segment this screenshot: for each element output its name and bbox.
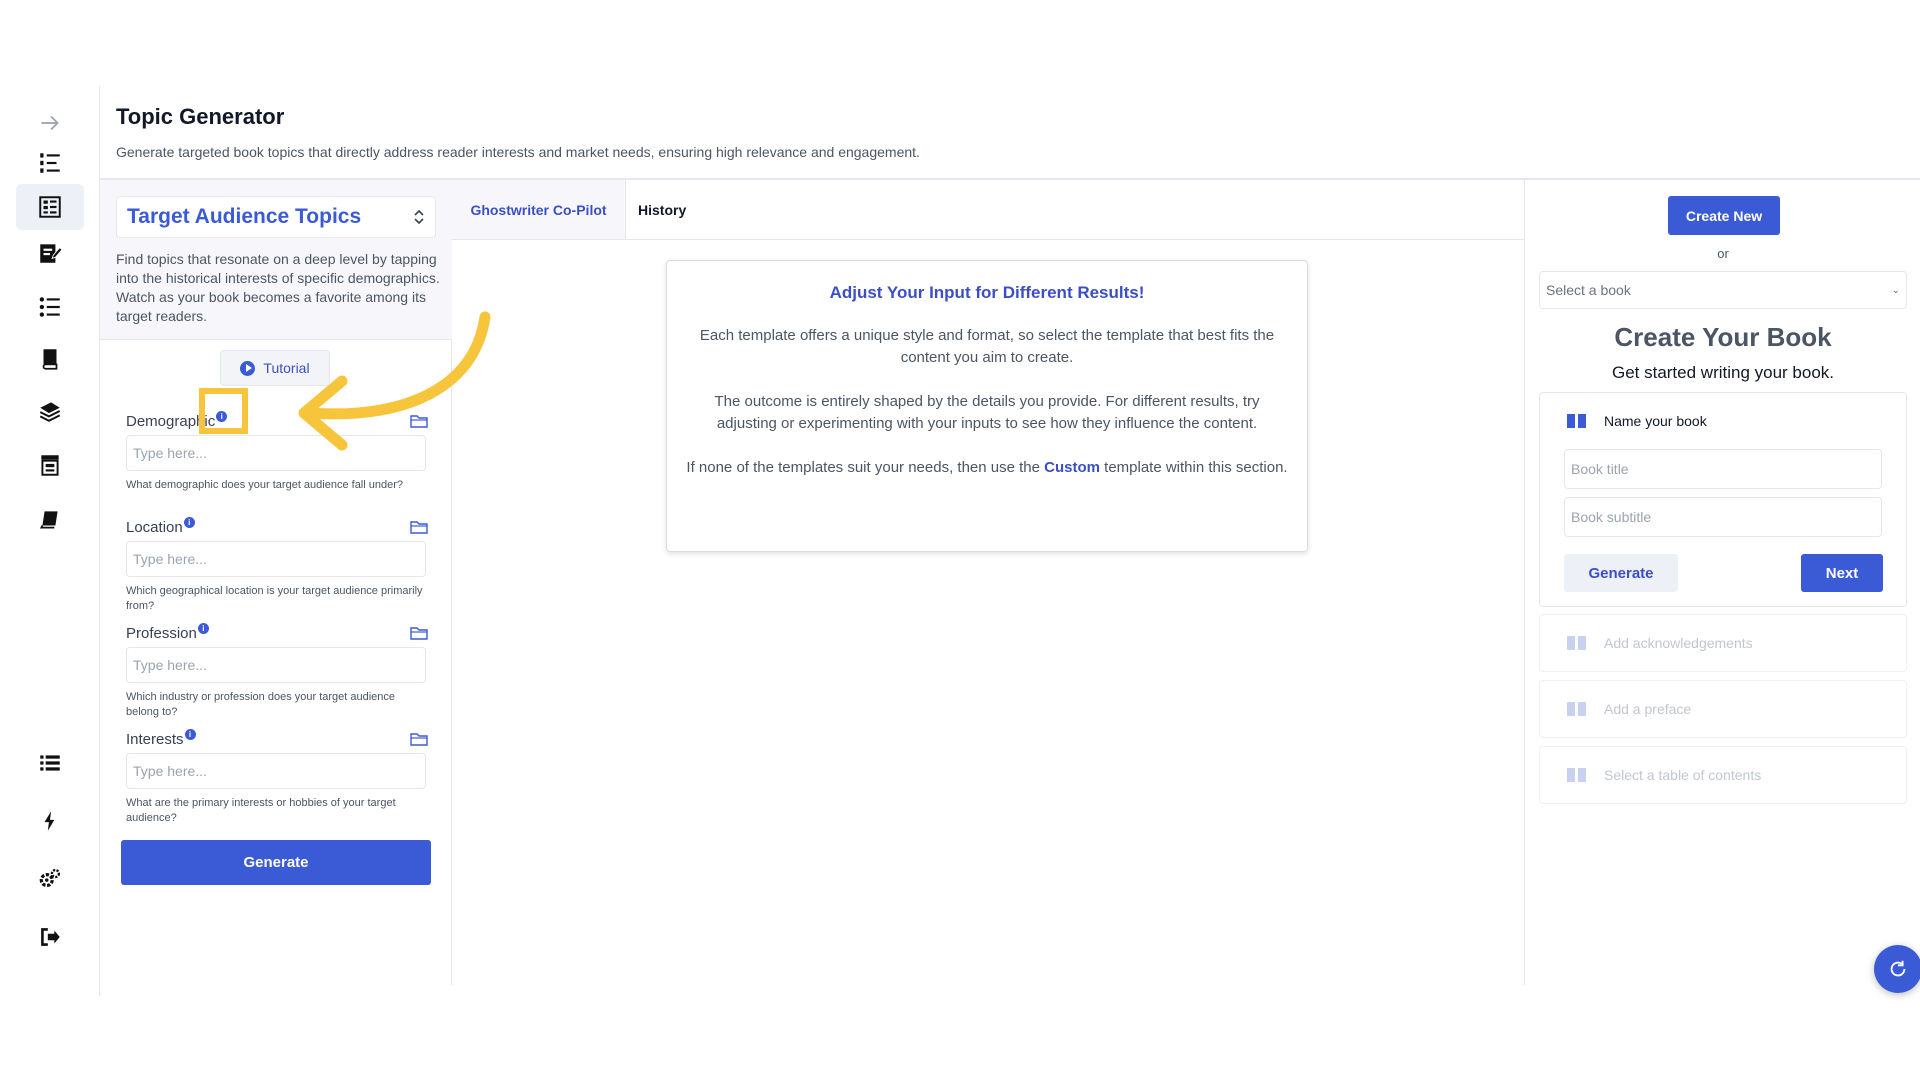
location-input[interactable] bbox=[126, 541, 426, 577]
play-icon bbox=[240, 360, 256, 376]
sidebar-item-history[interactable] bbox=[16, 740, 84, 786]
profession-label: Profession i bbox=[126, 623, 426, 642]
numbered-list-icon bbox=[40, 153, 60, 173]
bullet-list-icon bbox=[39, 297, 60, 317]
interests-label: Interests i bbox=[126, 729, 426, 748]
step-header: Name your book bbox=[1566, 413, 1707, 429]
template-input-panel: Target Audience Topics Find topics that … bbox=[100, 180, 452, 985]
folder-icon[interactable] bbox=[410, 519, 428, 535]
book-stack-icon bbox=[42, 349, 58, 370]
template-selector-label: Target Audience Topics bbox=[127, 205, 362, 228]
logout-icon bbox=[41, 928, 60, 946]
folder-icon[interactable] bbox=[410, 625, 428, 641]
interests-field: Interestsi What are the primary interest… bbox=[126, 729, 428, 824]
open-book-icon bbox=[1567, 702, 1586, 716]
create-book-title: Create Your Book bbox=[1614, 322, 1832, 352]
or-separator: or bbox=[1717, 246, 1729, 261]
step-table-of-contents: Select a table of contents bbox=[1539, 746, 1907, 804]
help-chat-button[interactable] bbox=[1874, 945, 1920, 993]
sidebar-item-lists[interactable] bbox=[16, 284, 84, 330]
tab-bar: Ghostwriter Co-Pilot History bbox=[452, 180, 1524, 240]
tab-ghostwriter-copilot[interactable]: Ghostwriter Co-Pilot bbox=[452, 180, 626, 239]
profession-input[interactable] bbox=[126, 647, 426, 683]
chevron-down-icon: ⌄ bbox=[1891, 284, 1900, 296]
sidebar-item-upgrade[interactable] bbox=[16, 798, 84, 844]
page-description: Generate targeted book topics that direc… bbox=[116, 144, 920, 160]
sidebar-item-logout[interactable] bbox=[16, 914, 84, 960]
curved-arrow-icon bbox=[298, 311, 491, 451]
select-book-dropdown[interactable]: Select a book ⌄ bbox=[1539, 271, 1907, 309]
location-help: Which geographical location is your targ… bbox=[126, 585, 423, 612]
refresh-icon bbox=[1890, 960, 1906, 977]
demographic-help: What demographic does your target audien… bbox=[126, 479, 404, 491]
storefront-icon bbox=[41, 455, 59, 476]
lightning-icon bbox=[44, 811, 55, 831]
open-book-icon bbox=[1567, 768, 1586, 782]
sidebar-item-library[interactable] bbox=[16, 388, 84, 434]
info-icon[interactable]: i bbox=[197, 623, 209, 634]
open-book-icon bbox=[1567, 414, 1586, 428]
info-icon[interactable]: i bbox=[183, 517, 195, 528]
step-acknowledgements: Add acknowledgements bbox=[1539, 614, 1907, 672]
sidebar-item-books[interactable] bbox=[16, 496, 84, 542]
tab-history[interactable]: History bbox=[638, 180, 686, 239]
book-panel: Create New or Select a book ⌄ Create You… bbox=[1524, 180, 1920, 985]
sidebar-nav bbox=[0, 86, 100, 996]
sidebar-item-editor[interactable] bbox=[16, 230, 84, 276]
profession-field: Professioni Which industry or profession… bbox=[126, 623, 428, 718]
info-card-title: Adjust Your Input for Different Results! bbox=[829, 283, 1145, 302]
book-title-input[interactable] bbox=[1564, 449, 1882, 489]
custom-template-link[interactable]: Custom bbox=[1044, 459, 1100, 476]
book-icon bbox=[39, 511, 58, 529]
page-title: Topic Generator bbox=[116, 104, 285, 129]
generate-title-button[interactable]: Generate bbox=[1564, 554, 1678, 592]
open-book-icon bbox=[1567, 636, 1586, 650]
folder-icon[interactable] bbox=[410, 731, 428, 747]
sidebar-item-outline[interactable] bbox=[16, 140, 84, 186]
sidebar-item-store[interactable] bbox=[16, 442, 84, 488]
next-button[interactable]: Next bbox=[1801, 554, 1883, 592]
name-book-step: Name your book Generate Next bbox=[1539, 392, 1907, 607]
edit-document-icon bbox=[40, 244, 63, 263]
info-icon[interactable]: i bbox=[184, 729, 196, 740]
location-field: Locationi Which geographical location is… bbox=[126, 517, 428, 612]
info-card: Adjust Your Input for Different Results!… bbox=[666, 260, 1308, 552]
topic-generator-icon bbox=[39, 196, 61, 218]
template-selector[interactable]: Target Audience Topics bbox=[116, 196, 436, 238]
info-card-paragraph: If none of the templates suit your needs… bbox=[686, 459, 1288, 476]
chevron-up-down-icon bbox=[413, 208, 425, 226]
sidebar-item-settings[interactable] bbox=[16, 856, 84, 902]
step-label: Name your book bbox=[1604, 413, 1707, 429]
info-card-paragraph: The outcome is entirely shaped by the de… bbox=[714, 393, 1260, 432]
create-book-subtitle: Get started writing your book. bbox=[1611, 363, 1835, 382]
profession-help: Which industry or profession does your t… bbox=[126, 691, 396, 718]
step-preface: Add a preface bbox=[1539, 680, 1907, 738]
arrow-right-icon bbox=[41, 115, 59, 131]
sidebar-item-topic-generator[interactable] bbox=[16, 184, 84, 230]
settings-gears-icon bbox=[39, 868, 61, 888]
books-icon bbox=[39, 402, 61, 422]
location-label: Location i bbox=[126, 517, 426, 536]
list-icon bbox=[40, 755, 60, 771]
book-subtitle-input[interactable] bbox=[1564, 497, 1882, 537]
highlight-box bbox=[199, 388, 248, 434]
select-book-value: Select a book bbox=[1546, 282, 1631, 298]
sidebar-item-book[interactable] bbox=[16, 336, 84, 382]
interests-input[interactable] bbox=[126, 753, 426, 789]
generate-topics-button[interactable]: Generate bbox=[121, 840, 431, 885]
interests-help: What are the primary interests or hobbie… bbox=[126, 797, 396, 824]
create-new-button[interactable]: Create New bbox=[1668, 196, 1780, 235]
info-card-paragraph: Each template offers a unique style and … bbox=[699, 327, 1275, 366]
